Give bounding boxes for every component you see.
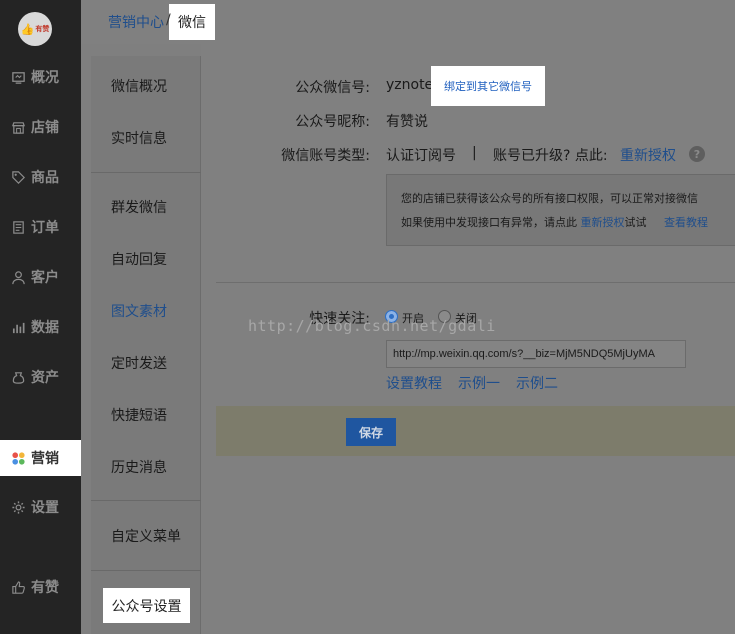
submenu-divider: [91, 570, 201, 571]
submenu-item-account-settings[interactable]: 公众号设置: [103, 588, 190, 623]
wechat-id-value: yznote: [386, 77, 434, 93]
app-root: 👍 有赞 概况 店铺 商品 订单 客户 数据 资产 营销 设置 有赞 营销中心 …: [0, 0, 735, 634]
nav-label: 订单: [31, 220, 59, 236]
nav-item-assets[interactable]: 资产: [0, 360, 81, 394]
save-button[interactable]: 保存: [346, 418, 396, 446]
nav-item-store[interactable]: 店铺: [0, 110, 81, 144]
gear-icon: [10, 499, 26, 515]
submenu-divider: [91, 172, 201, 173]
nav-label: 概况: [31, 70, 59, 86]
breadcrumb-separator: /: [166, 12, 171, 28]
notice-line-1: 您的店铺已获得该公众号的所有接口权限，可以正常对接微信: [401, 192, 698, 205]
example-two-link[interactable]: 示例二: [516, 373, 558, 393]
main-sidebar: 👍 有赞 概况 店铺 商品 订单 客户 数据 资产 营销 设置 有赞: [0, 0, 81, 634]
watermark-text: http://blog.csdn.net/gdali: [248, 317, 496, 335]
nav-item-settings[interactable]: 设置: [0, 490, 81, 524]
thumbs-up-icon: [10, 579, 26, 595]
submenu-item-history[interactable]: 历史消息: [91, 447, 201, 487]
nav-item-data[interactable]: 数据: [0, 310, 81, 344]
submenu-item-broadcast[interactable]: 群发微信: [91, 187, 201, 227]
nav-item-youzan[interactable]: 有赞: [0, 570, 81, 604]
save-bar: [216, 406, 735, 456]
order-icon: [10, 219, 26, 235]
submenu-item-materials[interactable]: 图文素材: [91, 291, 201, 331]
notice-line-2-suffix: 试试: [624, 216, 647, 229]
bind-other-wechat-link[interactable]: 绑定到其它微信号: [431, 66, 545, 106]
nav-label: 商品: [31, 170, 59, 186]
nav-item-goods[interactable]: 商品: [0, 160, 81, 194]
wechat-submenu: 微信概况 实时信息 群发微信 自动回复 图文素材 定时发送 快捷短语 历史消息 …: [91, 56, 201, 634]
nav-label: 数据: [31, 320, 59, 336]
asset-icon: [10, 369, 26, 385]
submenu-item-auto-reply[interactable]: 自动回复: [91, 239, 201, 279]
bar-chart-icon: [10, 319, 26, 335]
example-one-link[interactable]: 示例一: [458, 373, 500, 393]
main-content: [201, 44, 735, 634]
notice-line-2: 如果使用中发现接口有异常，请点此 重新授权试试 查看教程: [401, 211, 735, 235]
logo-text: 有赞: [35, 25, 50, 33]
submenu-item-realtime[interactable]: 实时信息: [91, 118, 201, 158]
nav-item-overview[interactable]: 概况: [0, 60, 81, 94]
nav-label: 营销: [31, 451, 59, 467]
account-type-separator: |: [472, 145, 477, 161]
notice-reauth-link[interactable]: 重新授权: [581, 216, 625, 229]
nickname-value: 有赞说: [386, 114, 428, 130]
nav-label: 资产: [31, 370, 59, 386]
user-icon: [10, 269, 26, 285]
nav-item-marketing[interactable]: 营销: [0, 440, 81, 476]
tag-icon: [10, 169, 26, 185]
brand-logo[interactable]: 👍 有赞: [18, 12, 52, 46]
overview-icon: [10, 69, 26, 85]
thumbs-up-logo-icon: 👍: [20, 22, 35, 36]
nav-item-customers[interactable]: 客户: [0, 260, 81, 294]
submenu-item-overview[interactable]: 微信概况: [91, 66, 201, 106]
wechat-id-label: 公众微信号:: [295, 80, 370, 96]
notice-tutorial-link[interactable]: 查看教程: [664, 216, 708, 229]
upgraded-text: 账号已升级? 点此:: [493, 148, 608, 164]
section-divider: [216, 282, 735, 283]
account-type-label: 微信账号类型:: [281, 148, 370, 164]
marketing-icon: [10, 450, 26, 466]
nav-label: 店铺: [31, 120, 59, 136]
submenu-item-scheduled[interactable]: 定时发送: [91, 343, 201, 383]
nav-label: 设置: [31, 500, 59, 516]
submenu-divider: [91, 500, 201, 501]
nav-label: 客户: [31, 270, 59, 286]
breadcrumb: 营销中心 微信: [81, 0, 735, 44]
nav-label: 有赞: [31, 580, 59, 596]
reauthorize-link[interactable]: 重新授权: [620, 145, 676, 165]
authorization-notice: 您的店铺已获得该公众号的所有接口权限，可以正常对接微信 如果使用中发现接口有异常…: [386, 174, 735, 246]
breadcrumb-parent[interactable]: 营销中心: [108, 12, 164, 32]
help-icon[interactable]: ?: [689, 146, 705, 162]
account-type-value: 认证订阅号: [386, 148, 456, 164]
setup-tutorial-link[interactable]: 设置教程: [386, 373, 442, 393]
nickname-label: 公众号昵称:: [295, 114, 370, 130]
submenu-item-custom-menu[interactable]: 自定义菜单: [91, 516, 201, 556]
submenu-item-quick-phrases[interactable]: 快捷短语: [91, 395, 201, 435]
breadcrumb-current: 微信: [169, 4, 215, 40]
quick-follow-url-input[interactable]: [386, 340, 686, 368]
nav-item-orders[interactable]: 订单: [0, 210, 81, 244]
store-icon: [10, 119, 26, 135]
notice-line-2-text: 如果使用中发现接口有异常，请点此: [401, 216, 577, 229]
